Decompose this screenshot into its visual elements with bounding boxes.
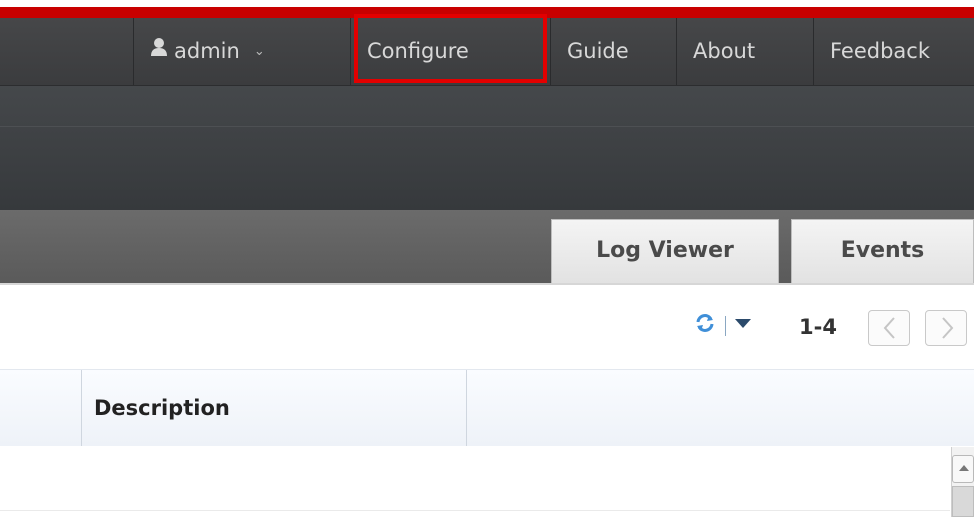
brand-red-bar bbox=[0, 7, 974, 18]
page-range: 1-4 bbox=[799, 315, 837, 339]
toolbar: 1-4 bbox=[0, 285, 974, 369]
tab-log-viewer[interactable]: Log Viewer bbox=[551, 219, 779, 283]
header-band bbox=[0, 86, 974, 210]
top-strip bbox=[0, 0, 974, 7]
next-page-button[interactable] bbox=[925, 310, 967, 346]
chevron-right-icon bbox=[942, 317, 954, 339]
user-menu[interactable]: admin ⌄ bbox=[133, 18, 350, 85]
table-header: Description bbox=[0, 369, 974, 447]
row-divider bbox=[0, 510, 950, 511]
nav-configure[interactable]: Configure bbox=[350, 18, 550, 85]
previous-page-button[interactable] bbox=[868, 310, 910, 346]
table-body bbox=[0, 446, 974, 517]
user-icon bbox=[150, 17, 168, 83]
utility-nav: admin ⌄ Configure Guide About Feedback bbox=[0, 18, 974, 86]
nav-guide[interactable]: Guide bbox=[550, 18, 676, 85]
column-header-description[interactable]: Description bbox=[94, 370, 230, 446]
column-divider bbox=[466, 370, 467, 446]
tab-events[interactable]: Events bbox=[791, 219, 974, 283]
chevron-left-icon bbox=[883, 317, 895, 339]
nav-feedback[interactable]: Feedback bbox=[813, 18, 974, 85]
dropdown-caret-icon[interactable] bbox=[735, 319, 751, 328]
scroll-up-button[interactable] bbox=[952, 455, 974, 483]
tabs-bar: Log Viewer Events bbox=[0, 210, 974, 285]
refresh-icon[interactable] bbox=[694, 312, 716, 338]
user-name: admin bbox=[174, 39, 240, 63]
scroll-thumb[interactable] bbox=[952, 486, 974, 517]
chevron-down-icon: ⌄ bbox=[253, 44, 265, 59]
column-divider bbox=[81, 370, 82, 446]
toolbar-separator bbox=[725, 316, 726, 336]
nav-about[interactable]: About bbox=[676, 18, 813, 85]
